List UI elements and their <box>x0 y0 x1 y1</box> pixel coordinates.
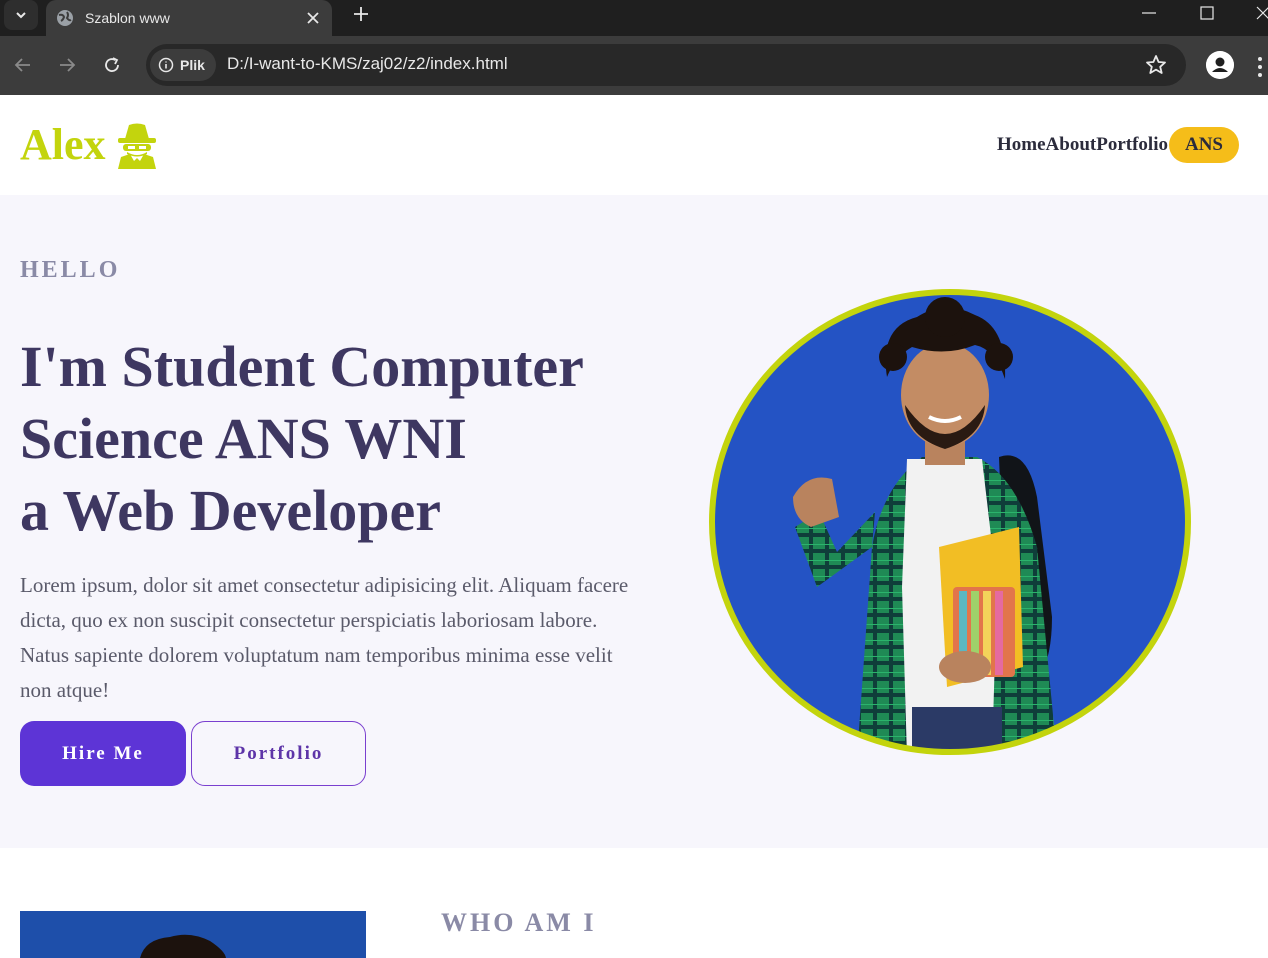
globe-icon <box>57 10 73 26</box>
hero-headline: I'm Student Computer Science ANS WNI a We… <box>20 331 670 547</box>
about-heading: WHO AM I <box>441 908 597 937</box>
logo-text: Alex <box>20 120 106 169</box>
new-tab-button[interactable] <box>348 1 374 27</box>
portfolio-button[interactable]: Portfolio <box>191 721 366 786</box>
headline-article: a <box>20 478 49 543</box>
site-header: Alex Home About Portfolio ANS <box>0 95 1268 195</box>
maximize-button[interactable] <box>1180 0 1234 26</box>
url-text: D:/I-want-to-KMS/zaj02/z2/index.html <box>227 54 508 73</box>
profile-photo <box>709 289 1191 755</box>
bookmark-star-icon[interactable] <box>1144 53 1168 77</box>
person-icon <box>1206 51 1234 79</box>
headline-suffix: Web Developer <box>49 478 441 543</box>
maximize-icon <box>1200 6 1214 20</box>
close-icon <box>1256 6 1268 20</box>
hero-section: HELLO I'm Student Computer Science ANS W… <box>0 195 1268 848</box>
reload-icon <box>105 57 119 72</box>
site-info-chip[interactable]: Plik <box>150 49 216 81</box>
plus-icon <box>354 7 368 21</box>
window-close-button[interactable] <box>1236 0 1268 26</box>
arrow-right-icon <box>60 58 76 72</box>
hero-description: Lorem ipsum, dolor sit amet consectetur … <box>20 573 629 702</box>
tab-title: Szablon www <box>85 10 170 26</box>
profile-avatar[interactable] <box>1206 51 1234 79</box>
nav-link-home[interactable]: Home <box>997 126 1046 164</box>
site-info-label: Plik <box>180 57 205 73</box>
minimize-icon <box>1142 12 1156 14</box>
tab-search-button[interactable] <box>4 0 38 30</box>
tab-close-button[interactable] <box>302 7 324 29</box>
forward-button[interactable] <box>52 50 82 80</box>
headline-prefix: I'm <box>20 334 122 399</box>
info-icon <box>158 57 174 73</box>
spy-icon <box>117 123 156 169</box>
about-photo <box>20 911 366 958</box>
address-bar[interactable]: Plik D:/I-want-to-KMS/zaj02/z2/index.htm… <box>146 44 1186 86</box>
nav-link-portfolio[interactable]: Portfolio <box>1096 126 1168 164</box>
main-nav: Home About Portfolio ANS <box>997 126 1239 164</box>
browser-tab[interactable]: Szablon www <box>46 0 332 36</box>
minimize-button[interactable] <box>1122 0 1176 26</box>
browser-toolbar: Plik D:/I-want-to-KMS/zaj02/z2/index.htm… <box>0 36 1268 95</box>
hire-me-button[interactable]: Hire Me <box>20 721 186 786</box>
arrow-left-icon <box>14 58 30 72</box>
browser-tab-strip: Szablon www <box>0 0 1268 36</box>
close-icon <box>307 12 319 24</box>
back-button[interactable] <box>8 50 38 80</box>
reload-button[interactable] <box>97 50 127 80</box>
more-vertical-icon[interactable] <box>1257 56 1263 78</box>
nav-badge-ans[interactable]: ANS <box>1169 127 1239 163</box>
chevron-down-icon <box>16 12 26 19</box>
site-logo[interactable]: Alex <box>20 119 158 171</box>
hero-eyebrow: HELLO <box>20 257 121 283</box>
nav-link-about[interactable]: About <box>1046 126 1097 164</box>
about-photo-image <box>20 911 366 958</box>
